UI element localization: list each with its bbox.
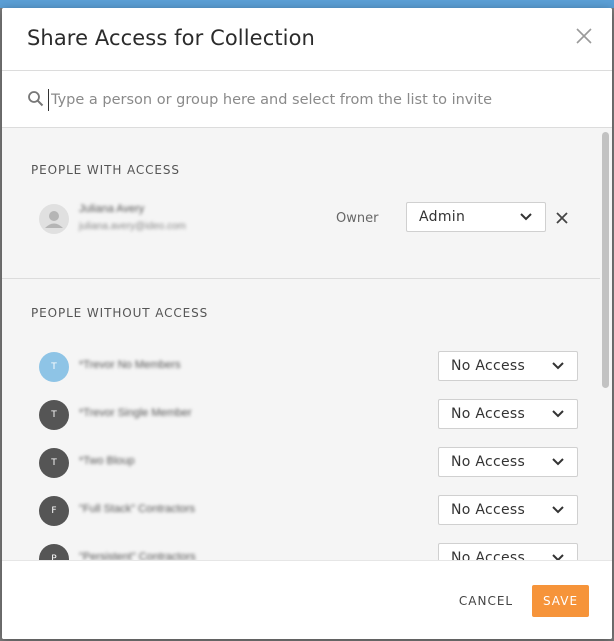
access-level-select[interactable]: No Access xyxy=(438,399,578,429)
member-name: Juliana Avery xyxy=(79,203,145,215)
access-level-value: No Access xyxy=(451,406,526,422)
access-level-select[interactable]: No Access xyxy=(438,351,578,381)
access-level-value: Admin xyxy=(419,209,466,225)
avatar: P xyxy=(39,544,69,560)
invite-search-input[interactable] xyxy=(48,89,571,111)
access-level-value: No Access xyxy=(451,550,526,560)
member-role: Owner xyxy=(336,211,379,226)
section-divider xyxy=(2,278,600,279)
access-level-select[interactable]: No Access xyxy=(438,495,578,525)
chevron-down-icon xyxy=(552,458,564,466)
chevron-down-icon xyxy=(520,213,532,221)
access-level-value: No Access xyxy=(451,358,526,374)
member-name: "Full Stack" Contractors xyxy=(79,503,196,515)
without-access-heading: PEOPLE WITHOUT ACCESS xyxy=(31,306,209,320)
avatar: T xyxy=(39,448,69,478)
member-name: "Persistent" Contractors xyxy=(79,551,196,560)
dialog-title: Share Access for Collection xyxy=(27,26,315,50)
share-access-dialog: Share Access for Collection PEOPLE WITH … xyxy=(2,8,612,639)
dialog-header: Share Access for Collection xyxy=(2,8,612,71)
member-email: juliana.avery@ideo.com xyxy=(79,221,186,232)
invite-search-bar xyxy=(2,71,612,128)
person-icon xyxy=(45,211,63,228)
member-name: *Trevor No Members xyxy=(79,359,181,371)
access-list-body: PEOPLE WITH ACCESS Juliana Avery juliana… xyxy=(2,128,612,560)
avatar: F xyxy=(39,496,69,526)
chevron-down-icon xyxy=(552,362,564,370)
access-level-select[interactable]: No Access xyxy=(438,447,578,477)
dialog-footer: CANCEL SAVE xyxy=(2,560,612,639)
search-icon xyxy=(27,90,45,108)
avatar: T xyxy=(39,400,69,430)
save-button[interactable]: SAVE xyxy=(532,585,589,617)
cancel-button[interactable]: CANCEL xyxy=(458,589,514,613)
access-level-select[interactable]: No Access xyxy=(438,543,578,560)
with-access-heading: PEOPLE WITH ACCESS xyxy=(31,163,180,177)
remove-member-icon[interactable] xyxy=(555,211,569,225)
background-app-header xyxy=(0,0,614,8)
member-name: *Trevor Single Member xyxy=(79,407,192,419)
avatar xyxy=(39,204,69,234)
close-icon[interactable] xyxy=(574,26,594,46)
chevron-down-icon xyxy=(552,410,564,418)
chevron-down-icon xyxy=(552,506,564,514)
avatar: T xyxy=(39,352,69,382)
access-level-value: No Access xyxy=(451,502,526,518)
chevron-down-icon xyxy=(552,554,564,560)
access-level-select[interactable]: Admin xyxy=(406,202,546,232)
scrollbar[interactable] xyxy=(602,132,609,388)
access-level-value: No Access xyxy=(451,454,526,470)
member-name: *Two Bloup xyxy=(79,455,135,467)
